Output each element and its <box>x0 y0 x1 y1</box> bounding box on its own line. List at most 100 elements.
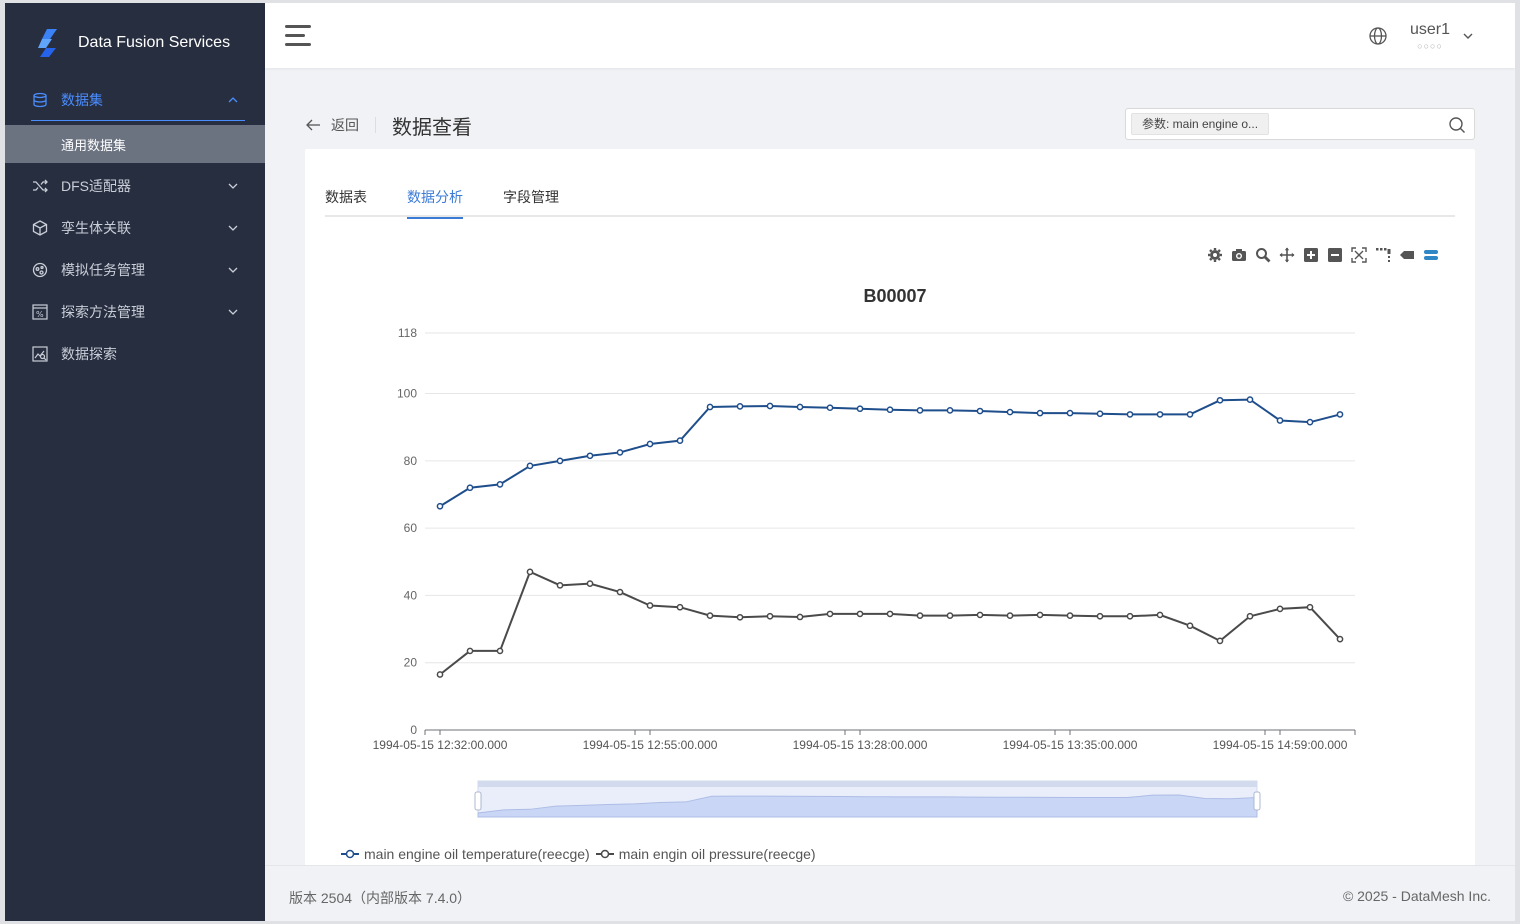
line-chart[interactable]: 0 20 40 60 80 100 118 1994-05-15 12:32:00.000 19… <box>305 149 1475 839</box>
sidebar-item-exploration-method[interactable]: % 探索方法管理 <box>5 291 265 333</box>
back-button[interactable]: 返回 <box>305 115 359 135</box>
data-point <box>766 612 774 620</box>
back-label: 返回 <box>331 117 359 133</box>
user-menu[interactable]: user1 ○○○○ <box>1410 21 1450 51</box>
sidebar-item-label: 数据探索 <box>61 346 117 362</box>
legend-item[interactable]: main engin oil pressure(reecge) <box>595 846 816 862</box>
sidebar-item-dfs-adapter[interactable]: DFS适配器 <box>5 165 265 207</box>
user-name: user1 <box>1410 21 1451 38</box>
y-tick-label: 80 <box>404 454 418 468</box>
parameter-search[interactable]: 参数: main engine o... <box>1125 108 1475 140</box>
y-tick-label: 118 <box>398 326 417 340</box>
series-line <box>439 398 1341 508</box>
legend-marker-icon <box>595 849 614 859</box>
data-point <box>976 611 984 619</box>
data-point <box>646 602 654 609</box>
data-point <box>886 406 894 414</box>
data-point <box>1336 411 1344 418</box>
data-point <box>676 603 684 611</box>
chart-legend: main engine oil temperature(reecge) main… <box>341 846 822 862</box>
legend-label: main engin oil pressure(reecge) <box>618 846 816 862</box>
data-point <box>616 449 624 456</box>
datazoom-top-bar <box>478 781 1257 787</box>
data-point <box>1336 635 1344 643</box>
sidebar-item-dataset[interactable]: 数据集 <box>5 79 265 121</box>
data-point <box>1126 411 1134 418</box>
legend-marker-icon <box>341 849 359 859</box>
datazoom-handle-left[interactable] <box>474 791 482 811</box>
legend-label: main engine oil temperature(reecge) <box>364 846 590 862</box>
cube-icon <box>31 219 49 237</box>
data-point <box>706 403 714 411</box>
shuffle-icon <box>31 177 49 195</box>
data-point <box>526 462 534 470</box>
data-point <box>916 407 924 414</box>
content-card: 数据表 数据分析 字段管理 B00007 0 20 40 60 80 100 118 1994… <box>305 149 1475 921</box>
data-point <box>496 647 504 655</box>
data-point <box>436 502 444 510</box>
y-tick-label: 0 <box>410 723 417 737</box>
data-point <box>526 568 534 576</box>
data-point <box>1276 605 1284 613</box>
top-header: user1 ○○○○ <box>265 3 1515 68</box>
y-tick-label: 60 <box>404 521 418 535</box>
data-point <box>466 647 474 655</box>
x-tick-label: 1994-05-15 12:55:00.000 <box>583 738 718 752</box>
sidebar-item-data-explore[interactable]: 数据探索 <box>5 333 265 375</box>
data-point <box>586 452 594 460</box>
data-point <box>1066 409 1074 417</box>
data-point <box>1096 612 1104 620</box>
x-tick-label: 1994-05-15 14:59:00.000 <box>1213 738 1348 752</box>
data-point <box>556 457 564 465</box>
brand[interactable]: Data Fusion Services <box>33 25 230 61</box>
sidebar-subitem-general-dataset[interactable]: 通用数据集 <box>5 125 265 163</box>
database-icon <box>31 91 49 109</box>
app-window: Data Fusion Services 数据集 通用数据集 DFS适配器 孪生… <box>5 3 1515 921</box>
chevron-down-icon <box>228 225 238 231</box>
search-tag[interactable]: 参数: main engine o... <box>1131 113 1270 135</box>
data-point <box>586 580 594 587</box>
globe-icon[interactable] <box>1368 26 1388 46</box>
sidebar-item-label: 数据集 <box>61 92 103 108</box>
divider <box>375 117 376 133</box>
data-point <box>1246 396 1254 403</box>
sidebar-item-label: 模拟任务管理 <box>61 262 145 278</box>
chevron-down-icon[interactable] <box>1462 30 1474 42</box>
x-tick-label: 1994-05-15 13:28:00.000 <box>793 738 928 752</box>
x-tick-label: 1994-05-15 12:32:00.000 <box>373 738 508 752</box>
datazoom-handle-right[interactable] <box>1253 791 1261 811</box>
data-point <box>1036 409 1044 417</box>
data-point <box>916 612 924 619</box>
data-point <box>826 610 834 618</box>
data-point <box>946 612 954 619</box>
sidebar: Data Fusion Services 数据集 通用数据集 DFS适配器 孪生… <box>5 3 265 921</box>
data-point <box>856 405 864 413</box>
copyright-text: © 2025 - DataMesh Inc. <box>1342 888 1491 904</box>
legend-item[interactable]: main engine oil temperature(reecge) <box>341 846 590 862</box>
data-point <box>556 581 564 589</box>
data-point <box>1186 411 1194 418</box>
data-point <box>826 404 834 412</box>
y-tick-label: 40 <box>404 588 418 602</box>
data-point <box>436 671 444 678</box>
percent-icon: % <box>31 303 49 321</box>
data-point <box>736 613 744 621</box>
search-icon[interactable] <box>1448 116 1466 134</box>
menu-toggle-icon[interactable] <box>285 25 311 47</box>
data-point <box>886 610 894 618</box>
sidebar-item-simulation-task[interactable]: 模拟任务管理 <box>5 249 265 291</box>
chevron-up-icon <box>228 97 238 103</box>
chart-explore-icon <box>31 345 49 363</box>
data-point <box>1096 410 1104 418</box>
page-title: 数据查看 <box>392 117 472 139</box>
data-point <box>766 402 774 410</box>
chevron-down-icon <box>228 267 238 273</box>
data-point <box>1036 611 1044 619</box>
data-point <box>736 402 744 410</box>
data-point <box>466 484 474 492</box>
data-point <box>616 588 624 596</box>
data-point <box>1216 396 1224 404</box>
series-line <box>439 570 1341 676</box>
sidebar-item-twin-association[interactable]: 孪生体关联 <box>5 207 265 249</box>
arrow-left-icon <box>306 119 320 131</box>
